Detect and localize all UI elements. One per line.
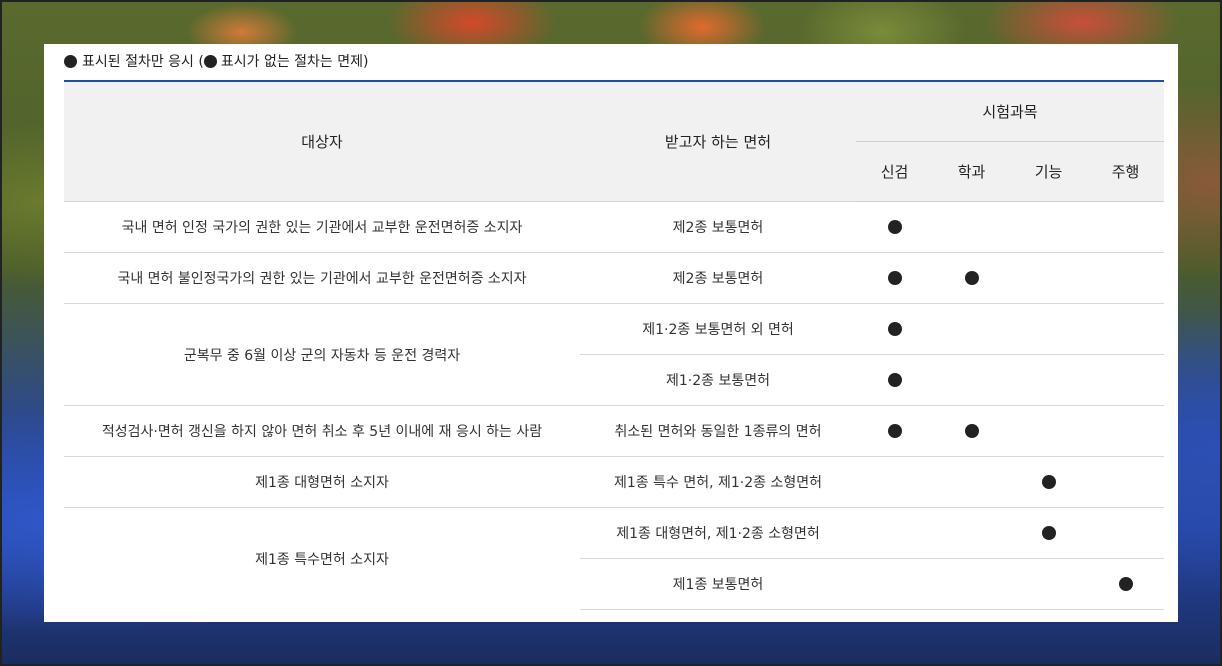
required-dot-icon [1041,475,1056,489]
subject-cell-theory [933,558,1010,610]
subject-cell-skill [1010,405,1087,457]
header-subjects: 시험과목 [856,81,1165,142]
subject-cell-road [1087,558,1165,610]
license-cell: 제1종 특수 면허, 제1·2종 소형면허 [580,456,856,508]
required-dot-icon [1118,577,1133,591]
required-dot-icon [887,220,902,234]
required-dot-icon [887,373,902,387]
subject-cell-theory [933,303,1010,355]
table-row: 국내 면허 불인정국가의 권한 있는 기관에서 교부한 운전면허증 소지자 제2종… [64,252,1165,304]
subject-cell-skill [1010,558,1087,610]
license-cell: 제2종 보통면허 [580,252,856,304]
subject-cell-check [856,252,933,304]
header-license: 받고자 하는 면허 [580,81,856,202]
subject-cell-check [856,456,933,508]
exam-table: 대상자 받고자 하는 면허 시험과목 신검 학과 기능 주행 국내 면허 인정 … [64,80,1165,610]
target-cell: 국내 면허 인정 국가의 권한 있는 기관에서 교부한 운전면허증 소지자 [64,201,580,253]
subject-cell-check [856,507,933,559]
subject-cell-theory [933,507,1010,559]
table-row: 제1종 특수면허 소지자 제1종 대형면허, 제1·2종 소형면허 [64,507,1165,610]
subject-cell-skill [1010,354,1087,406]
bullet-dot-icon [203,54,217,68]
subject-cell-theory [933,405,1010,457]
subject-cell-check [856,405,933,457]
target-cell: 제1종 대형면허 소지자 [64,456,580,508]
subject-cell-road [1087,405,1165,457]
subject-cell-road [1087,201,1165,253]
subject-cell-road [1087,507,1165,559]
subject-cell-skill [1010,303,1087,355]
header-check: 신검 [856,141,933,202]
table-row: 적성검사·면허 갱신을 하지 않아 면허 취소 후 5년 이내에 재 응시 하는… [64,405,1165,457]
subject-cell-check [856,303,933,355]
subject-cell-theory [933,354,1010,406]
license-cell: 제1종 보통면허 [580,558,856,610]
legend-note: 표시된 절차만 응시 ( 표시가 없는 절차는 면제) [64,50,368,72]
license-cell: 제1·2종 보통면허 [580,354,856,406]
subject-cell-theory [933,201,1010,253]
subject-cell-road [1087,252,1165,304]
target-cell: 적성검사·면허 갱신을 하지 않아 면허 취소 후 5년 이내에 재 응시 하는… [64,405,580,457]
required-dot-icon [1041,526,1056,540]
legend-text-2: 표시가 없는 절차는 면제) [220,54,369,70]
legend-text-1: 표시된 절차만 응시 ( [82,54,204,70]
license-cell: 제2종 보통면허 [580,201,856,253]
bullet-dot-icon [64,54,77,68]
subject-cell-theory [933,456,1010,508]
required-dot-icon [887,424,902,438]
target-cell: 군복무 중 6월 이상 군의 자동차 등 운전 경력자 [64,303,580,406]
subject-cell-skill [1010,252,1087,304]
license-cell: 제1종 대형면허, 제1·2종 소형면허 [580,507,856,559]
header-target: 대상자 [64,81,580,202]
table-row: 국내 면허 인정 국가의 권한 있는 기관에서 교부한 운전면허증 소지자 제2종… [64,201,1165,253]
subject-cell-road [1087,456,1165,508]
subject-cell-check [856,354,933,406]
required-dot-icon [964,271,979,285]
header-road: 주행 [1087,141,1165,202]
subject-cell-road [1087,354,1165,406]
required-dot-icon [887,322,902,336]
subject-cell-road [1087,303,1165,355]
subject-cell-skill [1010,456,1087,508]
target-cell: 국내 면허 불인정국가의 권한 있는 기관에서 교부한 운전면허증 소지자 [64,252,580,304]
subject-cell-check [856,201,933,253]
table-row: 군복무 중 6월 이상 군의 자동차 등 운전 경력자 제1·2종 보통면허 외 … [64,303,1165,406]
required-dot-icon [964,424,979,438]
content-card: 표시된 절차만 응시 ( 표시가 없는 절차는 면제) 대상자 받고자 하는 면… [44,44,1178,622]
table-row: 제1종 대형면허 소지자 제1종 특수 면허, 제1·2종 소형면허 [64,456,1165,508]
subject-cell-theory [933,252,1010,304]
license-cell: 제1·2종 보통면허 외 면허 [580,303,856,355]
table-body: 국내 면허 인정 국가의 권한 있는 기관에서 교부한 운전면허증 소지자 제2종… [64,201,1165,610]
subject-cell-skill [1010,507,1087,559]
target-cell: 제1종 특수면허 소지자 [64,507,580,610]
header-skill: 기능 [1010,141,1087,202]
license-cell: 취소된 면허와 동일한 1종류의 면허 [580,405,856,457]
required-dot-icon [887,271,902,285]
subject-cell-skill [1010,201,1087,253]
header-theory: 학과 [933,141,1010,202]
subject-cell-check [856,558,933,610]
